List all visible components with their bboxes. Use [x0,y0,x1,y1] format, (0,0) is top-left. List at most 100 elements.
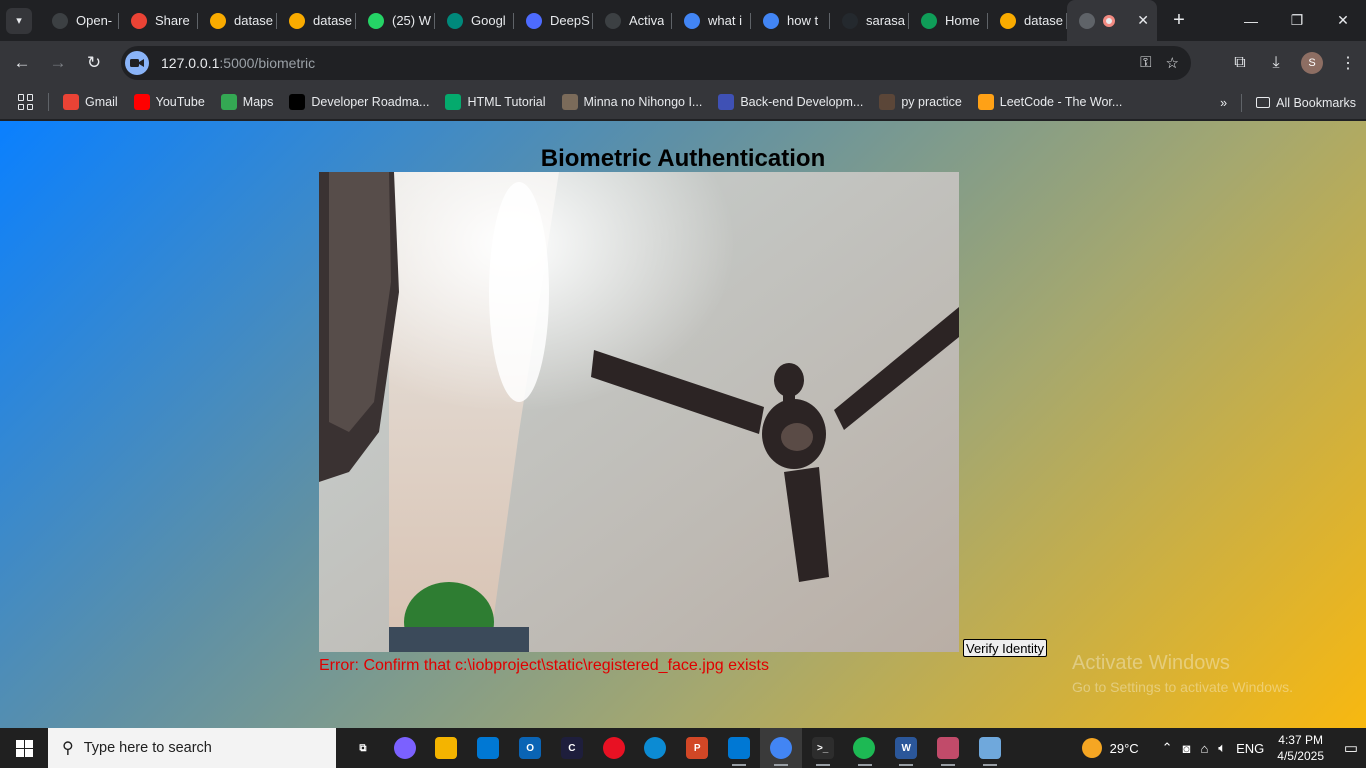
maximize-button[interactable]: ❐ [1274,0,1320,41]
taskbar-app[interactable] [593,728,635,768]
reload-button[interactable]: ↻ [76,45,112,81]
roadmap-icon [289,94,306,110]
taskbar-search-box[interactable]: ⚲ Type here to search [48,728,336,768]
tab-label: Share [155,13,190,28]
tab[interactable]: Googl [435,0,514,41]
tab[interactable]: Share [119,0,198,41]
tab[interactable]: what i [672,0,751,41]
tab[interactable]: datase [198,0,277,41]
tab[interactable]: Activa [593,0,672,41]
clock[interactable]: 4:37 PM 4/5/2025 [1277,732,1324,764]
extensions-icon[interactable]: ⧉ [1222,54,1258,72]
taskbar-app[interactable]: ⧉ [342,728,384,768]
tab[interactable]: datase [988,0,1067,41]
weather-temp: 29°C [1109,740,1139,756]
new-tab-button[interactable]: + [1165,7,1193,35]
apps-grid-icon[interactable] [18,94,34,110]
more-menu-icon[interactable]: ⋮ [1330,53,1366,73]
url-host: 127.0.0.1 [161,55,220,71]
all-bookmarks-label: All Bookmarks [1276,95,1356,110]
minimize-button[interactable]: — [1228,0,1274,41]
back-button[interactable]: ← [4,45,40,81]
bookmark-list: Gmail YouTube Maps Developer Roadma... HTML … [55,94,1130,110]
chrome-icon [769,737,792,759]
taskbar-app[interactable]: O [509,728,551,768]
all-bookmarks-button[interactable]: All Bookmarks [1248,96,1366,110]
system-tray: 29°C ⌃ ◙ ⌂ 🔈︎ ENG 4:37 PM 4/5/2025 ▭ [1081,728,1366,768]
taskbar-app[interactable] [927,728,969,768]
taskbar-app[interactable] [718,728,760,768]
start-button[interactable] [0,728,48,768]
bookmark-item[interactable]: py practice [871,94,969,110]
bookmark-item[interactable]: Developer Roadma... [281,94,437,110]
language-indicator[interactable]: ENG [1236,741,1264,756]
clock-time: 4:37 PM [1278,733,1323,747]
tab[interactable]: Open- [40,0,119,41]
taskbar-app[interactable] [844,728,886,768]
verify-identity-button[interactable]: Verify Identity [963,639,1048,657]
bookmark-item[interactable]: Maps [213,94,282,110]
leetcode-icon [977,94,994,110]
taskbar-app[interactable] [635,728,677,768]
camera-permission-icon[interactable] [125,51,149,75]
volume-icon[interactable]: 🔈︎ [1218,740,1226,756]
taskbar-app[interactable] [759,728,802,768]
chevron-up-icon[interactable]: ⌃ [1162,740,1173,756]
copilot-icon [393,737,416,759]
taskbar-app[interactable]: P [676,728,718,768]
taskbar-apps: ⧉ O C P >_ W [342,728,1011,768]
taskbar-app[interactable] [467,728,509,768]
bookmark-item[interactable]: Back-end Developm... [710,94,871,110]
notifications-icon[interactable]: ▭ [1336,739,1366,757]
tab-label: sarasa [866,13,906,28]
forward-button[interactable]: → [40,45,76,81]
address-bar[interactable]: 127.0.0.1:5000/biometric ⚿ ☆ [121,46,1191,80]
tab-label: (25) W [392,13,431,28]
google-drive-icon [921,12,937,29]
url-path: :5000/biometric [219,55,316,71]
tab[interactable]: Home [909,0,988,41]
bookmark-item[interactable]: LeetCode - The Wor... [970,94,1131,110]
colab-icon [210,12,226,29]
tab[interactable]: how t [751,0,830,41]
tab-label: Home [945,13,980,28]
page-title: Biometric Authentication [540,145,826,172]
bookmark-item[interactable]: YouTube [126,94,213,110]
tab[interactable]: datase [277,0,356,41]
network-icon[interactable]: ⌂ [1200,741,1208,756]
task-view-icon: ⧉ [351,737,374,759]
more-bookmarks-button[interactable]: » [1212,96,1235,110]
avatar[interactable]: S [1301,52,1323,74]
camera-icon[interactable]: ◙ [1183,741,1191,756]
taskbar-app[interactable] [969,728,1011,768]
tab-search-button[interactable]: ▾ [6,7,32,34]
bookmark-item[interactable]: Gmail [55,94,126,110]
windows-icon [15,739,33,757]
taskbar-app[interactable]: C [551,728,593,768]
star-icon[interactable]: ☆ [1166,54,1179,72]
taskbar-app[interactable]: W [885,728,927,768]
key-icon[interactable]: ⚿ [1140,54,1151,72]
downloads-icon[interactable]: ⤓ [1258,54,1294,72]
tab[interactable]: sarasa [830,0,909,41]
gmail-icon [131,12,147,29]
close-window-button[interactable]: ✕ [1320,0,1366,41]
tab-active-biometric[interactable]: ✕ [1067,0,1157,41]
google-icon [763,12,779,29]
tab-label: Googl [471,13,506,28]
bookmark-item[interactable]: HTML Tutorial [437,94,553,110]
bookmark-label: LeetCode - The Wor... [999,95,1123,109]
close-icon[interactable]: ✕ [1137,12,1149,29]
taskbar-app[interactable] [384,728,426,768]
taskbar-app[interactable]: >_ [802,728,844,768]
taskbar-app[interactable] [426,728,468,768]
file-explorer-icon [435,737,458,759]
google-icon [684,12,700,29]
bookmark-label: Back-end Developm... [740,95,864,109]
openai-icon [52,12,68,29]
page-content: Biometric Authentication Verify Identity… [0,121,1366,728]
weather-widget[interactable]: 29°C [1081,738,1139,758]
tab[interactable]: DeepS [514,0,593,41]
bookmark-item[interactable]: Minna no Nihongo I... [554,94,711,110]
tab[interactable]: (25) W [356,0,435,41]
